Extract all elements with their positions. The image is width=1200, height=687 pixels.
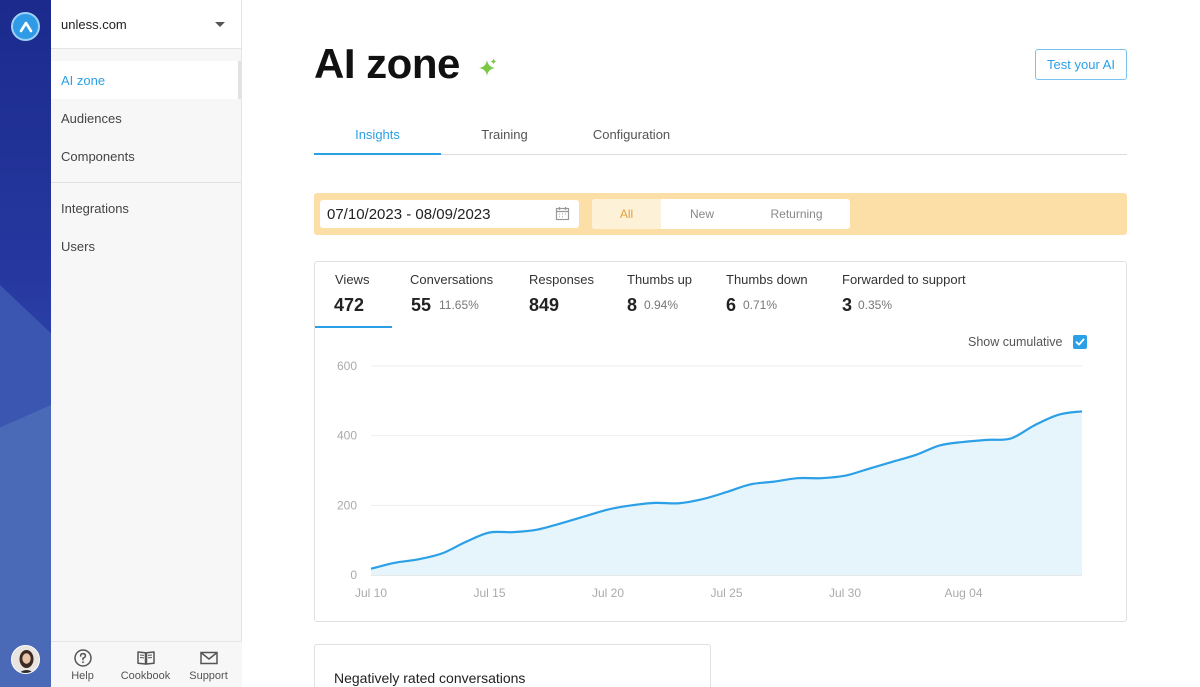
site-selector[interactable]: unless.com	[51, 0, 241, 49]
show-cumulative-toggle: Show cumulative	[968, 335, 1087, 349]
metric-conversations[interactable]: Conversations 55 11.65%	[410, 262, 510, 328]
tab-configuration[interactable]: Configuration	[568, 115, 695, 154]
test-your-ai-button[interactable]: Test your AI	[1035, 49, 1127, 80]
book-icon	[136, 650, 155, 665]
calendar-icon[interactable]	[555, 206, 570, 221]
metric-value: 3	[842, 295, 853, 315]
segment-returning[interactable]: Returning	[743, 199, 850, 229]
tab-insights[interactable]: Insights	[314, 115, 441, 155]
cookbook-label: Cookbook	[120, 669, 171, 682]
tab-training[interactable]: Training	[441, 115, 568, 154]
x-tick-label: Jul 25	[710, 586, 742, 600]
metric-percent: 0.71%	[743, 298, 778, 312]
nav-group-admin: Integrations Users	[51, 189, 241, 265]
mail-icon	[199, 651, 218, 664]
y-tick-label: 600	[337, 359, 357, 373]
sidebar: unless.com AI zone Audiences Components …	[51, 0, 242, 687]
metric-value: 472	[334, 295, 365, 315]
metric-value: 6	[726, 295, 737, 315]
check-icon	[1075, 338, 1084, 346]
segment-all[interactable]: All	[592, 199, 661, 229]
x-tick-label: Jul 10	[355, 586, 387, 600]
negative-conversations-card: Negatively rated conversations	[314, 644, 711, 687]
sidebar-item-users[interactable]: Users	[51, 227, 241, 265]
metric-value: 849	[529, 295, 560, 315]
metric-thumbs-down[interactable]: Thumbs down 6 0.71%	[726, 262, 816, 328]
metric-forwarded-to-support[interactable]: Forwarded to support 3 0.35%	[842, 262, 982, 328]
metric-label: Thumbs down	[726, 272, 808, 287]
filter-bar: 07/10/2023 - 08/09/2023 All New Returnin…	[314, 193, 1127, 235]
metric-label: Responses	[529, 272, 595, 287]
help-circle-icon	[73, 648, 92, 667]
help-label: Help	[71, 669, 94, 682]
metric-percent: 0.35%	[858, 298, 893, 312]
date-range-input[interactable]: 07/10/2023 - 08/09/2023	[320, 200, 579, 228]
cookbook-button[interactable]: Cookbook	[114, 642, 177, 687]
views-chart: 0 200 400 600 Jul 10 Jul 15 Jul 20 Jul 25 Jul 30…	[337, 359, 1083, 600]
sidebar-footer: Help Cookbook Support	[51, 641, 242, 687]
sparkle-icon	[479, 58, 497, 76]
x-tick-label: Aug 04	[944, 586, 982, 600]
negative-conversations-title: Negatively rated conversations	[334, 670, 526, 686]
metric-percent: 0.94%	[644, 298, 679, 312]
visitor-segment-control: All New Returning	[592, 199, 850, 229]
metric-thumbs-up[interactable]: Thumbs up 8 0.94%	[626, 262, 706, 328]
chevron-down-icon	[215, 21, 225, 27]
x-tick-label: Jul 15	[473, 586, 505, 600]
app-rail	[0, 0, 51, 687]
help-button[interactable]: Help	[51, 642, 114, 687]
metric-value: 8	[627, 295, 638, 315]
support-button[interactable]: Support	[177, 642, 240, 687]
metric-views[interactable]: Views 472	[315, 262, 392, 328]
metric-label: Thumbs up	[627, 272, 693, 287]
metric-label: Conversations	[410, 272, 494, 287]
y-tick-label: 400	[337, 429, 357, 443]
nav-group-main: AI zone Audiences Components	[51, 49, 241, 175]
site-name: unless.com	[61, 16, 127, 32]
metric-label: Forwarded to support	[842, 272, 966, 287]
sidebar-item-integrations[interactable]: Integrations	[51, 189, 241, 227]
x-tick-label: Jul 30	[829, 586, 861, 600]
sidebar-item-ai-zone[interactable]: AI zone	[51, 61, 241, 99]
sidebar-item-components[interactable]: Components	[51, 137, 241, 175]
metric-percent: 11.65%	[439, 298, 479, 312]
metric-responses[interactable]: Responses 849	[529, 262, 609, 328]
y-tick-label: 0	[350, 568, 357, 582]
show-cumulative-label: Show cumulative	[968, 335, 1063, 349]
x-tick-label: Jul 20	[592, 586, 624, 600]
unless-logo-icon[interactable]	[11, 12, 40, 41]
page-title: AI zone	[314, 40, 460, 87]
sidebar-item-audiences[interactable]: Audiences	[51, 99, 241, 137]
nav-divider	[51, 182, 241, 183]
metric-value: 55	[411, 295, 432, 315]
support-label: Support	[189, 669, 228, 682]
insights-card: Views 472 Conversations 55 11.65% Respon…	[314, 261, 1127, 622]
metric-label: Views	[335, 272, 370, 287]
show-cumulative-checkbox[interactable]	[1072, 335, 1087, 349]
user-avatar[interactable]	[11, 645, 40, 674]
segment-new[interactable]: New	[661, 199, 743, 229]
y-tick-label: 200	[337, 498, 357, 512]
tab-bar: Insights Training Configuration	[314, 115, 1127, 155]
date-range-value: 07/10/2023 - 08/09/2023	[327, 205, 491, 223]
